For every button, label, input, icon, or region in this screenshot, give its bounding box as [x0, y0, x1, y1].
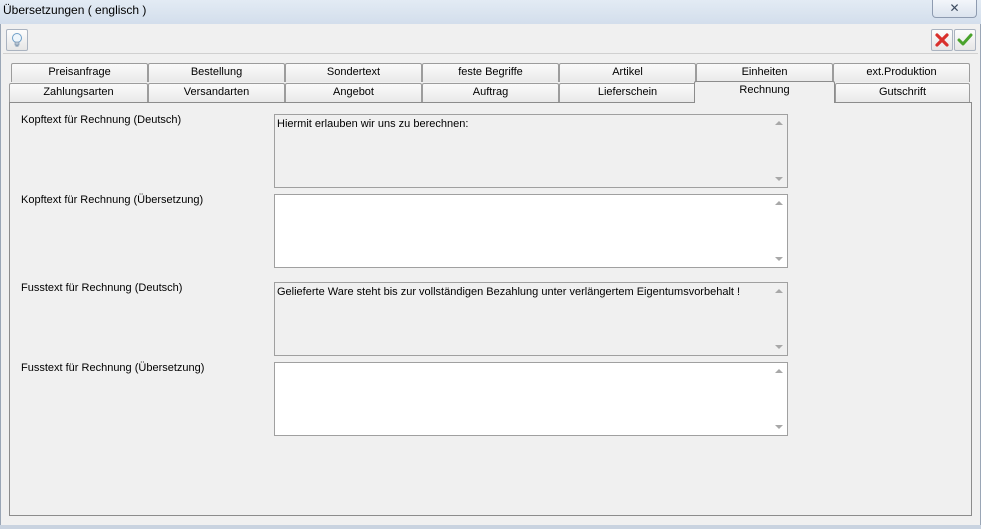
fusstext-uebersetzung-label: Fusstext für Rechnung (Übersetzung): [21, 362, 205, 374]
scroll-down-icon[interactable]: [775, 177, 783, 181]
tab-feste-begriffe[interactable]: feste Begriffe: [422, 63, 559, 82]
tab-angebot[interactable]: Angebot: [285, 83, 422, 102]
tab-artikel[interactable]: Artikel: [559, 63, 696, 82]
hint-button[interactable]: [6, 29, 28, 51]
scroll-up-icon[interactable]: [775, 289, 783, 293]
window-close-button[interactable]: ✕: [932, 0, 977, 18]
title-bar: Übersetzungen ( englisch ): [0, 0, 981, 24]
fusstext-deutsch-memo[interactable]: Gelieferte Ware steht bis zur vollständi…: [274, 282, 788, 356]
fusstext-uebersetzung-scrollbar[interactable]: [771, 363, 787, 435]
tab-einheiten[interactable]: Einheiten: [696, 63, 833, 82]
red-x-icon: [935, 33, 949, 47]
tab-versandarten[interactable]: Versandarten: [148, 83, 285, 102]
tab-bestellung[interactable]: Bestellung: [148, 63, 285, 82]
fusstext-deutsch-text: Gelieferte Ware steht bis zur vollständi…: [277, 286, 741, 298]
tab-ext-produktion[interactable]: ext.Produktion: [833, 63, 970, 82]
tab-rechnung[interactable]: Rechnung: [694, 81, 835, 103]
fusstext-deutsch-label: Fusstext für Rechnung (Deutsch): [21, 282, 183, 294]
close-icon: ✕: [949, 1, 960, 15]
window-bottom-edge: [0, 525, 981, 529]
tab-preisanfrage[interactable]: Preisanfrage: [11, 63, 148, 82]
tab-auftrag[interactable]: Auftrag: [422, 83, 559, 102]
window-title: Übersetzungen ( englisch ): [3, 3, 147, 17]
fusstext-deutsch-scrollbar[interactable]: [771, 283, 787, 355]
green-check-icon: [957, 33, 973, 46]
tab-sondertext[interactable]: Sondertext: [285, 63, 422, 82]
kopftext-uebersetzung-memo[interactable]: [274, 194, 788, 268]
kopftext-deutsch-text: Hiermit erlauben wir uns zu berechnen:: [277, 118, 469, 130]
kopftext-uebersetzung-label: Kopftext für Rechnung (Übersetzung): [21, 194, 204, 206]
toolbar: [3, 27, 978, 54]
scroll-up-icon[interactable]: [775, 121, 783, 125]
fusstext-uebersetzung-memo[interactable]: [274, 362, 788, 436]
scroll-up-icon[interactable]: [775, 369, 783, 373]
kopftext-uebersetzung-input[interactable]: [275, 195, 771, 267]
tab-zahlungsarten[interactable]: Zahlungsarten: [9, 83, 148, 102]
confirm-button[interactable]: [954, 29, 976, 51]
scroll-up-icon[interactable]: [775, 201, 783, 205]
scroll-down-icon[interactable]: [775, 425, 783, 429]
kopftext-deutsch-label: Kopftext für Rechnung (Deutsch): [21, 114, 182, 126]
cancel-button[interactable]: [931, 29, 953, 51]
tab-lieferschein[interactable]: Lieferschein: [559, 83, 696, 102]
kopftext-deutsch-memo[interactable]: Hiermit erlauben wir uns zu berechnen:: [274, 114, 788, 188]
lightbulb-icon: [12, 33, 22, 47]
kopftext-uebersetzung-scrollbar[interactable]: [771, 195, 787, 267]
scroll-down-icon[interactable]: [775, 257, 783, 261]
kopftext-deutsch-scrollbar[interactable]: [771, 115, 787, 187]
fusstext-uebersetzung-input[interactable]: [275, 363, 771, 435]
tab-gutschrift[interactable]: Gutschrift: [835, 83, 970, 102]
scroll-down-icon[interactable]: [775, 345, 783, 349]
